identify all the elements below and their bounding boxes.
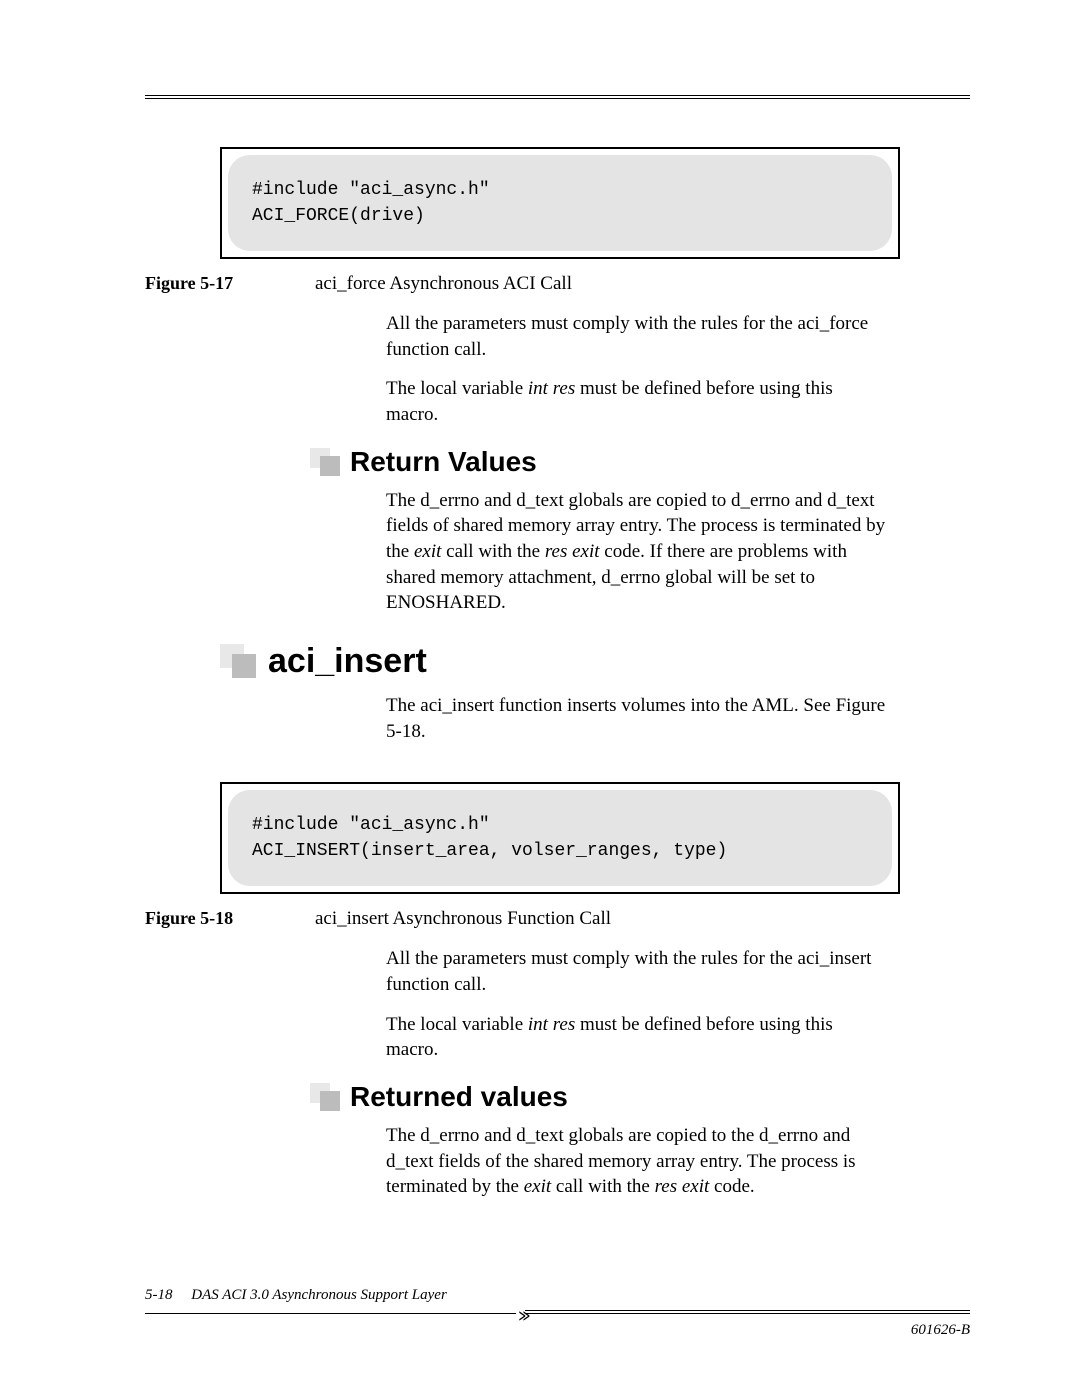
return-values-body: The d_errno and d_text globals are copie… bbox=[386, 488, 886, 616]
returned-values-heading: Returned values bbox=[310, 1081, 900, 1113]
aci-insert-heading: aci_insert bbox=[220, 642, 900, 681]
body-after-fig18: All the parameters must comply with the … bbox=[386, 946, 886, 1063]
heading-text: aci_insert bbox=[268, 642, 427, 681]
figure-caption-18: Figure 5-18 aci_insert Asynchronous Func… bbox=[145, 908, 900, 930]
page-footer: 5-18 DAS ACI 3.0 Asynchronous Support La… bbox=[145, 1287, 970, 1339]
heading-text: Returned values bbox=[350, 1081, 568, 1113]
figure-title: aci_insert Asynchronous Function Call bbox=[315, 908, 611, 930]
figure-title: aci_force Asynchronous ACI Call bbox=[315, 273, 572, 295]
code-frame-fig17: #include "aci_async.h" ACI_FORCE(drive) bbox=[220, 147, 900, 259]
paragraph: All the parameters must comply with the … bbox=[386, 311, 886, 362]
paragraph: The d_errno and d_text globals are copie… bbox=[386, 488, 886, 616]
heading-text: Return Values bbox=[350, 446, 537, 478]
return-values-heading: Return Values bbox=[310, 446, 900, 478]
figure-caption-17: Figure 5-17 aci_force Asynchronous ACI C… bbox=[145, 273, 900, 295]
aci-insert-intro: The aci_insert function inserts volumes … bbox=[386, 693, 886, 744]
paragraph: The local variable int res must be defin… bbox=[386, 1012, 886, 1063]
top-rule bbox=[145, 95, 970, 99]
heading-bullet-icon bbox=[310, 448, 340, 476]
paragraph: The local variable int res must be defin… bbox=[386, 376, 886, 427]
footer-doc-number: 601626-B bbox=[145, 1322, 970, 1339]
footer-left: 5-18 DAS ACI 3.0 Asynchronous Support La… bbox=[145, 1287, 447, 1304]
figure-label: Figure 5-18 bbox=[145, 908, 315, 929]
paragraph: All the parameters must comply with the … bbox=[386, 946, 886, 997]
body-after-fig17: All the parameters must comply with the … bbox=[386, 311, 886, 428]
paragraph: The aci_insert function inserts volumes … bbox=[386, 693, 886, 744]
paragraph: The d_errno and d_text globals are copie… bbox=[386, 1123, 886, 1200]
footer-rule: ≫ bbox=[145, 1310, 970, 1320]
page-number: 5-18 bbox=[145, 1287, 173, 1303]
code-box-fig18: #include "aci_async.h" ACI_INSERT(insert… bbox=[228, 790, 892, 886]
code-box-fig17: #include "aci_async.h" ACI_FORCE(drive) bbox=[228, 155, 892, 251]
returned-values-body: The d_errno and d_text globals are copie… bbox=[386, 1123, 886, 1200]
footer-doc-title: DAS ACI 3.0 Asynchronous Support Layer bbox=[191, 1287, 447, 1303]
code-frame-fig18: #include "aci_async.h" ACI_INSERT(insert… bbox=[220, 782, 900, 894]
heading-bullet-icon bbox=[220, 644, 258, 678]
figure-label: Figure 5-17 bbox=[145, 273, 315, 294]
heading-bullet-icon bbox=[310, 1083, 340, 1111]
